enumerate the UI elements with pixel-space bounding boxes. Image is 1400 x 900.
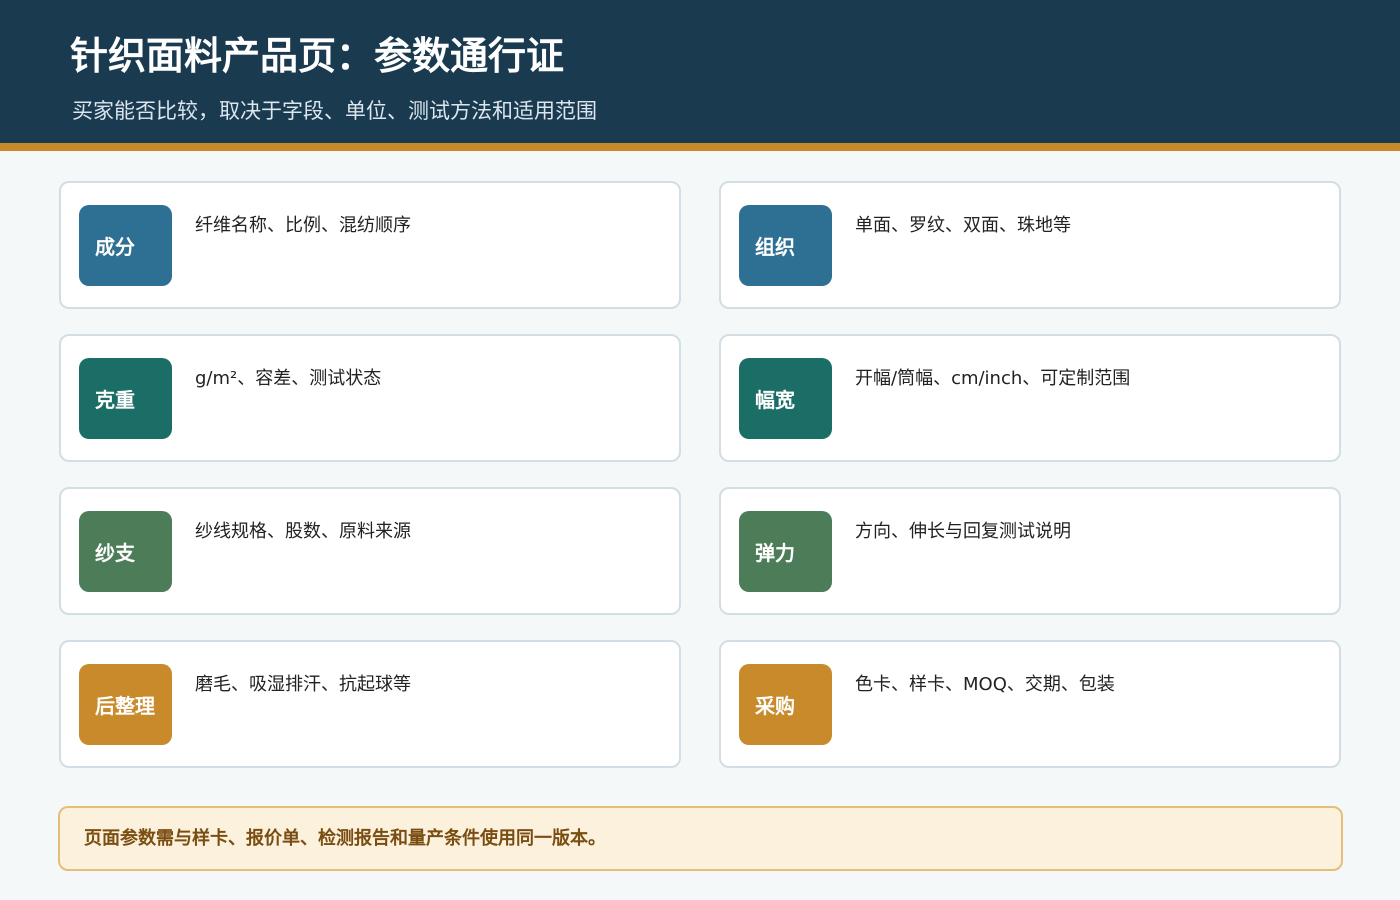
param-card-width: 幅宽 开幅/筒幅、cm/inch、可定制范围 bbox=[719, 334, 1341, 462]
header-accent-bar bbox=[0, 143, 1400, 151]
param-card-finishing: 后整理 磨毛、吸湿排汗、抗起球等 bbox=[59, 640, 681, 768]
param-desc-yarn-count: 纱线规格、股数、原料来源 bbox=[195, 521, 411, 542]
param-tag-procurement: 采购 bbox=[739, 664, 832, 745]
param-card-yarn-count: 纱支 纱线规格、股数、原料来源 bbox=[59, 487, 681, 615]
version-notice-text: 页面参数需与样卡、报价单、检测报告和量产条件使用同一版本。 bbox=[84, 828, 606, 849]
param-card-procurement: 采购 色卡、样卡、MOQ、交期、包装 bbox=[719, 640, 1341, 768]
param-card-weight: 克重 g/m²、容差、测试状态 bbox=[59, 334, 681, 462]
page-header: 针织面料产品页：参数通行证 买家能否比较，取决于字段、单位、测试方法和适用范围 bbox=[0, 0, 1400, 143]
param-tag-composition: 成分 bbox=[79, 205, 172, 286]
param-tag-yarn-count: 纱支 bbox=[79, 511, 172, 592]
param-tag-finishing: 后整理 bbox=[79, 664, 172, 745]
param-desc-procurement: 色卡、样卡、MOQ、交期、包装 bbox=[855, 674, 1115, 695]
param-desc-structure: 单面、罗纹、双面、珠地等 bbox=[855, 215, 1071, 236]
version-notice: 页面参数需与样卡、报价单、检测报告和量产条件使用同一版本。 bbox=[58, 806, 1343, 871]
param-card-structure: 组织 单面、罗纹、双面、珠地等 bbox=[719, 181, 1341, 309]
param-tag-elasticity: 弹力 bbox=[739, 511, 832, 592]
page-subtitle: 买家能否比较，取决于字段、单位、测试方法和适用范围 bbox=[72, 99, 597, 123]
param-tag-structure: 组织 bbox=[739, 205, 832, 286]
param-desc-weight: g/m²、容差、测试状态 bbox=[195, 368, 382, 389]
param-desc-elasticity: 方向、伸长与回复测试说明 bbox=[855, 521, 1071, 542]
param-tag-width: 幅宽 bbox=[739, 358, 832, 439]
param-desc-finishing: 磨毛、吸湿排汗、抗起球等 bbox=[195, 674, 411, 695]
param-desc-width: 开幅/筒幅、cm/inch、可定制范围 bbox=[855, 368, 1131, 389]
param-card-elasticity: 弹力 方向、伸长与回复测试说明 bbox=[719, 487, 1341, 615]
param-card-composition: 成分 纤维名称、比例、混纺顺序 bbox=[59, 181, 681, 309]
param-desc-composition: 纤维名称、比例、混纺顺序 bbox=[195, 215, 411, 236]
param-tag-weight: 克重 bbox=[79, 358, 172, 439]
page-title: 针织面料产品页：参数通行证 bbox=[70, 34, 565, 78]
